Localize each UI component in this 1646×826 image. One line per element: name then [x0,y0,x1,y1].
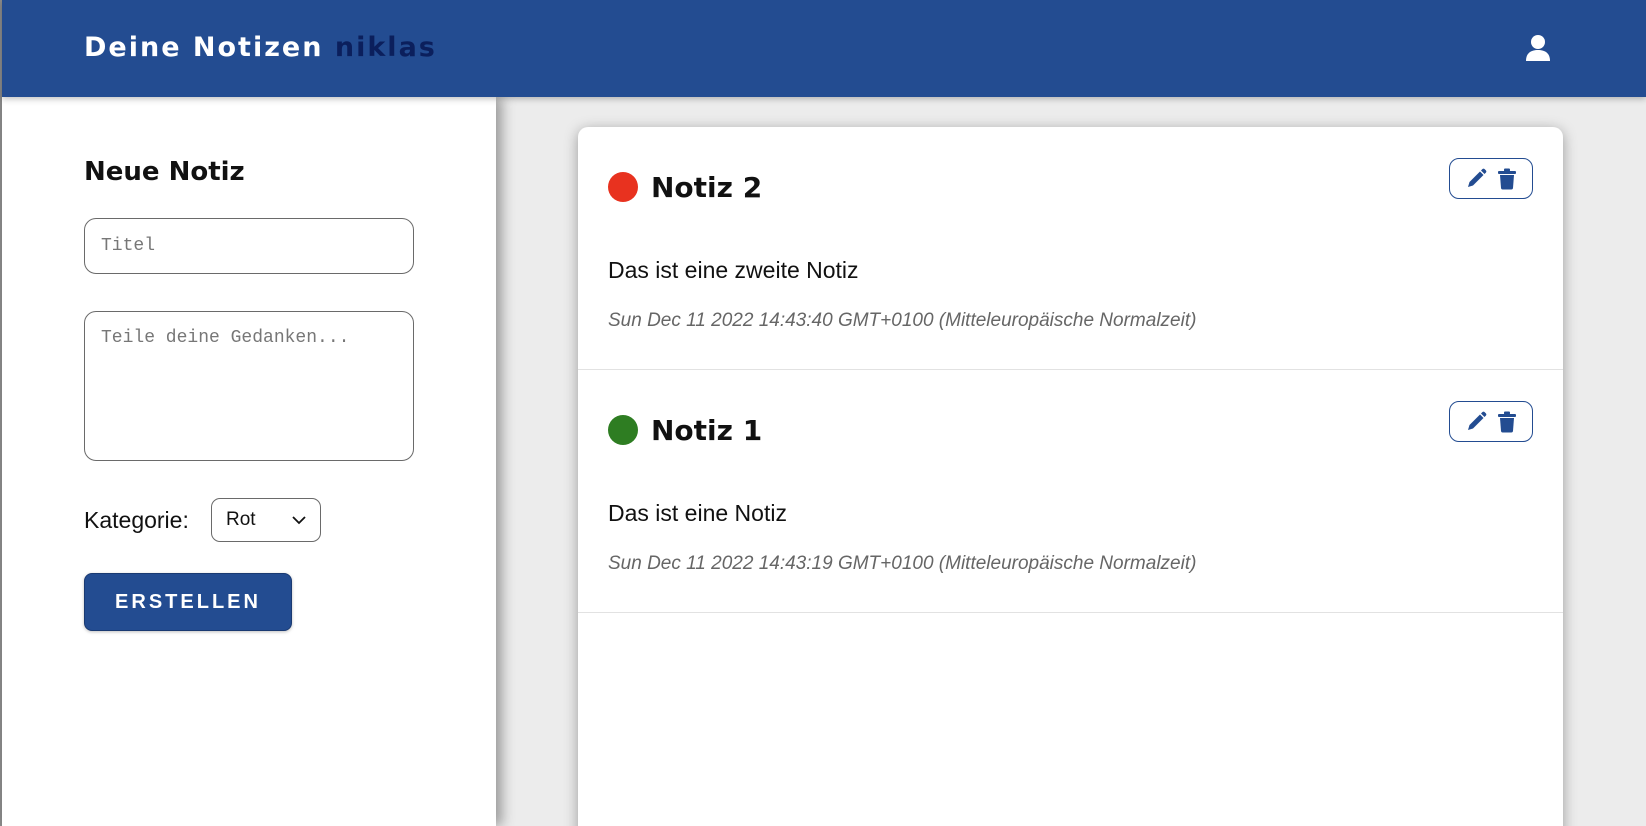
username: niklas [334,32,437,63]
edit-button[interactable] [1465,168,1487,190]
new-note-heading: Neue Notiz [84,157,245,187]
title-input[interactable] [84,218,414,274]
app-title: Deine Notizen niklas [84,32,437,63]
note-text: Das ist eine zweite Notiz [608,257,859,283]
new-note-panel: Neue Notiz Kategorie: Rot ERSTELLEN [2,97,496,826]
note-item: Notiz 2 Das ist eine zweite Notiz Sun De… [578,127,1563,370]
trash-icon [1498,168,1516,189]
delete-button[interactable] [1497,168,1517,190]
notes-list: Notiz 2 Das ist eine zweite Notiz Sun De… [578,127,1563,826]
note-actions [1449,158,1533,199]
note-item: Notiz 1 Das ist eine Notiz Sun Dec 11 20… [578,370,1563,613]
user-button[interactable] [1518,28,1558,68]
category-select[interactable]: Rot [211,498,321,542]
note-date: Sun Dec 11 2022 14:43:19 GMT+0100 (Mitte… [608,553,1197,574]
note-title: Notiz 1 [651,414,763,447]
chevron-down-icon [292,516,306,525]
category-dot [608,415,638,445]
app-title-text: Deine Notizen [84,32,324,63]
category-selected-value: Rot [226,509,256,530]
user-icon [1526,35,1550,61]
create-button[interactable]: ERSTELLEN [84,573,292,631]
content-textarea[interactable] [84,311,414,461]
note-title: Notiz 2 [651,171,763,204]
edit-button[interactable] [1465,411,1487,433]
note-date: Sun Dec 11 2022 14:43:40 GMT+0100 (Mitte… [608,310,1197,331]
category-label: Kategorie: [84,507,189,533]
pencil-icon [1468,411,1487,430]
category-dot [608,172,638,202]
note-actions [1449,401,1533,442]
pencil-icon [1468,168,1487,187]
trash-icon [1498,411,1516,432]
delete-button[interactable] [1497,411,1517,433]
app-header: Deine Notizen niklas [2,0,1646,97]
note-text: Das ist eine Notiz [608,500,787,526]
